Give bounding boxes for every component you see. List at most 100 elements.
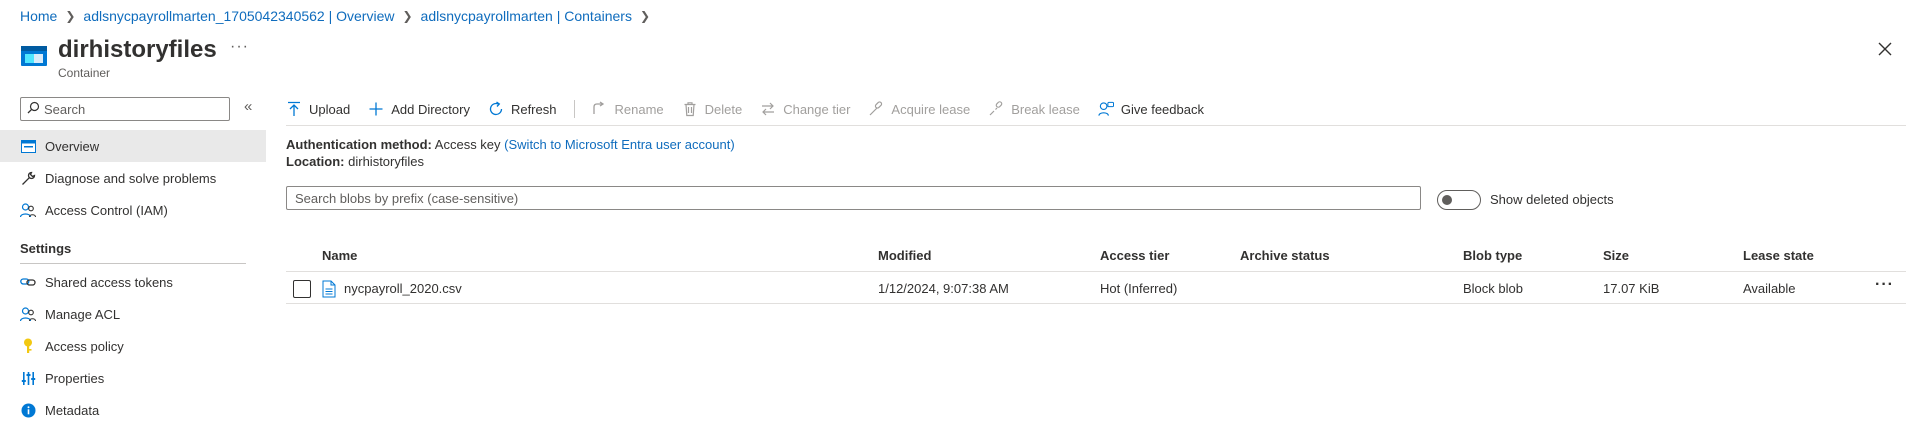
sidebar-item-access-policy[interactable]: Access policy [0, 330, 266, 362]
sidebar-item-manage-acl[interactable]: Manage ACL [0, 298, 266, 330]
column-header-size[interactable]: Size [1603, 248, 1629, 263]
upload-icon [286, 101, 302, 117]
rename-label: Rename [614, 101, 664, 117]
sidebar-search-box[interactable] [20, 97, 230, 121]
rename-button[interactable]: Rename [591, 101, 664, 117]
sidebar-item-label: Overview [45, 138, 100, 154]
upload-button[interactable]: Upload [286, 101, 350, 117]
toolbar-divider [286, 125, 1906, 126]
blob-size: 17.07 KiB [1603, 281, 1660, 296]
auth-label: Authentication method: [286, 137, 432, 152]
breadcrumb-storage-account-link[interactable]: adlsnycpayrollmarten_1705042340562 | Ove… [83, 8, 394, 24]
sidebar-divider [20, 263, 246, 264]
column-header-lease-state[interactable]: Lease state [1743, 248, 1814, 263]
sidebar-item-label: Access policy [45, 338, 124, 354]
page-title: dirhistoryfiles [58, 36, 217, 63]
location-label: Location: [286, 154, 345, 169]
location-value: dirhistoryfiles [348, 154, 424, 169]
info-icon [20, 402, 36, 418]
column-header-archive-status[interactable]: Archive status [1240, 248, 1330, 263]
column-header-name[interactable]: Name [322, 248, 357, 263]
auth-value: Access key [434, 137, 501, 152]
add-directory-label: Add Directory [391, 101, 470, 117]
swap-icon [760, 101, 776, 117]
break-lease-icon [988, 101, 1004, 117]
row-checkbox[interactable] [293, 280, 311, 298]
breadcrumb-home-link[interactable]: Home [20, 8, 57, 24]
sidebar-item-label: Shared access tokens [45, 274, 173, 290]
show-deleted-label: Show deleted objects [1490, 192, 1614, 207]
refresh-button[interactable]: Refresh [488, 101, 557, 117]
add-directory-button[interactable]: Add Directory [368, 101, 470, 117]
authentication-method: Authentication method: Access key (Switc… [286, 137, 735, 152]
wrench-icon [20, 170, 36, 186]
refresh-label: Refresh [510, 101, 557, 117]
column-header-blob-type[interactable]: Blob type [1463, 248, 1522, 263]
sliders-icon [20, 370, 36, 386]
chevron-right-icon: ❯ [639, 9, 651, 23]
overview-icon [20, 138, 36, 154]
file-icon [322, 280, 336, 298]
people-icon [20, 306, 36, 322]
breadcrumb: Home ❯ adlsnycpayrollmarten_170504234056… [20, 6, 658, 26]
sidebar-item-label: Manage ACL [45, 306, 121, 322]
blob-access-tier: Hot (Inferred) [1100, 281, 1178, 296]
change-tier-button[interactable]: Change tier [760, 101, 850, 117]
show-deleted-toggle[interactable] [1437, 190, 1481, 210]
chevron-right-icon: ❯ [402, 9, 413, 23]
column-header-access-tier[interactable]: Access tier [1100, 248, 1169, 263]
plus-icon [368, 101, 384, 117]
location: Location: dirhistoryfiles [286, 154, 424, 169]
sidebar-item-access-control[interactable]: Access Control (IAM) [0, 194, 266, 226]
link-icon [20, 274, 36, 290]
sidebar-item-shared-access-tokens[interactable]: Shared access tokens [0, 266, 266, 298]
row-more-options-icon[interactable]: ··· [1875, 276, 1894, 294]
blob-search-box[interactable] [286, 186, 1421, 210]
refresh-icon [488, 101, 504, 117]
sidebar-item-properties[interactable]: Properties [0, 362, 266, 394]
sidebar-item-label: Diagnose and solve problems [45, 170, 217, 186]
acquire-lease-icon [868, 101, 884, 117]
sidebar-search-input[interactable] [40, 101, 220, 117]
toggle-knob [1442, 195, 1452, 205]
close-icon[interactable] [1874, 38, 1896, 60]
blob-lease-state: Available [1743, 281, 1796, 296]
rename-icon [591, 101, 607, 117]
sidebar-item-diagnose[interactable]: Diagnose and solve problems [0, 162, 266, 194]
sidebar-section-settings: Settings [20, 241, 72, 256]
table-row-divider [286, 303, 1906, 304]
upload-label: Upload [309, 101, 351, 117]
key-icon [20, 338, 36, 354]
sidebar-item-label: Access Control (IAM) [45, 202, 168, 218]
people-icon [20, 202, 36, 218]
sidebar-item-overview[interactable]: Overview [0, 130, 266, 162]
container-icon [20, 44, 48, 68]
search-icon [27, 101, 40, 117]
toolbar-separator [574, 100, 576, 118]
delete-label: Delete [704, 101, 743, 117]
blob-search-input[interactable] [287, 187, 1420, 209]
give-feedback-button[interactable]: Give feedback [1098, 101, 1204, 117]
command-bar: Upload Add Directory Refresh Rename Dele… [286, 96, 1222, 122]
collapse-sidebar-icon[interactable]: « [244, 98, 252, 115]
feedback-icon [1098, 101, 1114, 117]
sidebar-item-metadata[interactable]: Metadata [0, 394, 266, 426]
acquire-lease-button[interactable]: Acquire lease [868, 101, 970, 117]
blob-name-link[interactable]: nycpayroll_2020.csv [344, 281, 462, 296]
give-feedback-label: Give feedback [1120, 101, 1204, 117]
more-options-icon[interactable]: ··· [230, 38, 249, 56]
change-tier-label: Change tier [783, 101, 851, 117]
chevron-right-icon: ❯ [65, 9, 76, 23]
sidebar-item-label: Properties [45, 370, 105, 386]
column-header-modified[interactable]: Modified [878, 248, 931, 263]
break-lease-label: Break lease [1011, 101, 1080, 117]
switch-to-entra-link[interactable]: (Switch to Microsoft Entra user account) [504, 137, 734, 152]
acquire-lease-label: Acquire lease [891, 101, 971, 117]
trash-icon [682, 101, 698, 117]
blob-type: Block blob [1463, 281, 1523, 296]
breadcrumb-containers-link[interactable]: adlsnycpayrollmarten | Containers [421, 8, 632, 24]
table-header-divider [286, 271, 1906, 272]
break-lease-button[interactable]: Break lease [988, 101, 1080, 117]
page-subtitle: Container [58, 66, 111, 80]
delete-button[interactable]: Delete [682, 101, 743, 117]
